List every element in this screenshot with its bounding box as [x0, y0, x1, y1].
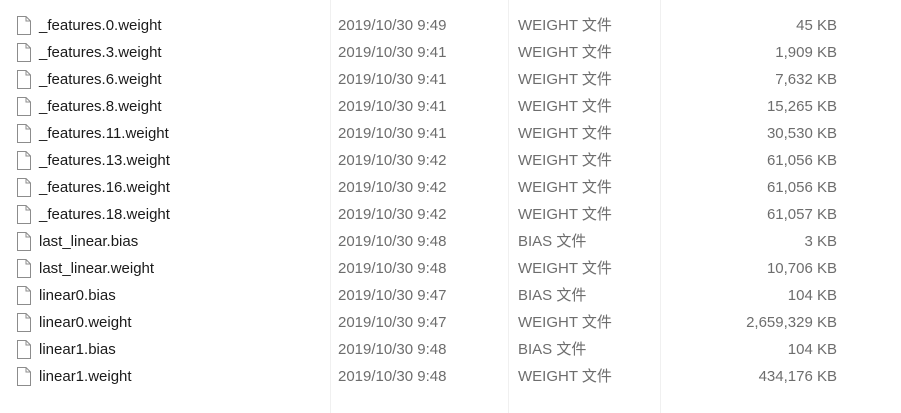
- file-icon: [16, 232, 32, 251]
- file-icon: [16, 70, 32, 89]
- date-modified: 2019/10/30 9:42: [338, 179, 447, 196]
- file-icon: [16, 178, 32, 197]
- file-type: BIAS 文件: [518, 341, 587, 358]
- file-icon: [16, 16, 32, 35]
- file-row[interactable]: _features.3.weight 2019/10/30 9:41 WEIGH…: [0, 39, 901, 66]
- file-size: 45 KB: [796, 17, 837, 34]
- file-row[interactable]: _features.11.weight 2019/10/30 9:41 WEIG…: [0, 120, 901, 147]
- file-name[interactable]: linear0.weight: [39, 309, 132, 336]
- file-size: 30,530 KB: [766, 125, 837, 142]
- file-size: 1,909 KB: [775, 44, 837, 61]
- file-type: BIAS 文件: [518, 233, 587, 250]
- file-row[interactable]: _features.6.weight 2019/10/30 9:41 WEIGH…: [0, 66, 901, 93]
- file-size: 10,706 KB: [766, 260, 837, 277]
- date-modified: 2019/10/30 9:41: [338, 71, 447, 88]
- file-type: WEIGHT 文件: [518, 152, 612, 169]
- file-name[interactable]: last_linear.weight: [39, 255, 154, 282]
- file-row[interactable]: last_linear.weight 2019/10/30 9:48 WEIGH…: [0, 255, 901, 282]
- file-name[interactable]: last_linear.bias: [39, 228, 138, 255]
- file-row[interactable]: linear1.bias 2019/10/30 9:48 BIAS 文件 104…: [0, 336, 901, 363]
- file-size: 15,265 KB: [766, 98, 837, 115]
- date-modified: 2019/10/30 9:48: [338, 368, 447, 385]
- file-name[interactable]: _features.18.weight: [39, 201, 170, 228]
- file-icon: [16, 313, 32, 332]
- date-modified: 2019/10/30 9:47: [338, 314, 447, 331]
- file-size: 434,176 KB: [758, 368, 837, 385]
- file-icon: [16, 124, 32, 143]
- date-modified: 2019/10/30 9:42: [338, 152, 447, 169]
- file-name[interactable]: _features.6.weight: [39, 66, 162, 93]
- file-type: WEIGHT 文件: [518, 368, 612, 385]
- file-type: WEIGHT 文件: [518, 71, 612, 88]
- file-type: WEIGHT 文件: [518, 179, 612, 196]
- date-modified: 2019/10/30 9:41: [338, 98, 447, 115]
- file-icon: [16, 367, 32, 386]
- file-name[interactable]: _features.8.weight: [39, 93, 162, 120]
- file-name[interactable]: _features.0.weight: [39, 12, 162, 39]
- file-size: 3 KB: [804, 233, 837, 250]
- date-modified: 2019/10/30 9:41: [338, 125, 447, 142]
- file-type: BIAS 文件: [518, 287, 587, 304]
- file-name[interactable]: linear1.bias: [39, 336, 116, 363]
- file-row[interactable]: last_linear.bias 2019/10/30 9:48 BIAS 文件…: [0, 228, 901, 255]
- file-name[interactable]: _features.13.weight: [39, 147, 170, 174]
- date-modified: 2019/10/30 9:48: [338, 341, 447, 358]
- file-name[interactable]: _features.3.weight: [39, 39, 162, 66]
- file-icon: [16, 205, 32, 224]
- file-type: WEIGHT 文件: [518, 98, 612, 115]
- file-icon: [16, 286, 32, 305]
- file-type: WEIGHT 文件: [518, 17, 612, 34]
- file-type: WEIGHT 文件: [518, 206, 612, 223]
- file-size: 104 KB: [787, 287, 837, 304]
- file-type: WEIGHT 文件: [518, 125, 612, 142]
- file-size: 104 KB: [787, 341, 837, 358]
- file-row[interactable]: _features.8.weight 2019/10/30 9:41 WEIGH…: [0, 93, 901, 120]
- file-row[interactable]: _features.18.weight 2019/10/30 9:42 WEIG…: [0, 201, 901, 228]
- file-row[interactable]: linear0.weight 2019/10/30 9:47 WEIGHT 文件…: [0, 309, 901, 336]
- date-modified: 2019/10/30 9:41: [338, 44, 447, 61]
- file-icon: [16, 43, 32, 62]
- file-row[interactable]: _features.0.weight 2019/10/30 9:49 WEIGH…: [0, 12, 901, 39]
- file-name[interactable]: linear0.bias: [39, 282, 116, 309]
- file-row[interactable]: linear1.weight 2019/10/30 9:48 WEIGHT 文件…: [0, 363, 901, 390]
- file-row[interactable]: _features.16.weight 2019/10/30 9:42 WEIG…: [0, 174, 901, 201]
- file-icon: [16, 97, 32, 116]
- file-name[interactable]: _features.16.weight: [39, 174, 170, 201]
- file-icon: [16, 340, 32, 359]
- date-modified: 2019/10/30 9:47: [338, 287, 447, 304]
- file-row[interactable]: linear0.bias 2019/10/30 9:47 BIAS 文件 104…: [0, 282, 901, 309]
- file-name[interactable]: linear1.weight: [39, 363, 132, 390]
- file-type: WEIGHT 文件: [518, 44, 612, 61]
- file-size: 2,659,329 KB: [746, 314, 837, 331]
- date-modified: 2019/10/30 9:48: [338, 233, 447, 250]
- file-size: 61,056 KB: [766, 152, 837, 169]
- file-type: WEIGHT 文件: [518, 314, 612, 331]
- file-size: 7,632 KB: [775, 71, 837, 88]
- date-modified: 2019/10/30 9:48: [338, 260, 447, 277]
- file-icon: [16, 151, 32, 170]
- file-row[interactable]: _features.13.weight 2019/10/30 9:42 WEIG…: [0, 147, 901, 174]
- file-size: 61,056 KB: [766, 179, 837, 196]
- file-list: _features.0.weight 2019/10/30 9:49 WEIGH…: [0, 12, 901, 390]
- date-modified: 2019/10/30 9:42: [338, 206, 447, 223]
- file-size: 61,057 KB: [766, 206, 837, 223]
- file-type: WEIGHT 文件: [518, 260, 612, 277]
- file-name[interactable]: _features.11.weight: [39, 120, 169, 147]
- date-modified: 2019/10/30 9:49: [338, 17, 447, 34]
- file-icon: [16, 259, 32, 278]
